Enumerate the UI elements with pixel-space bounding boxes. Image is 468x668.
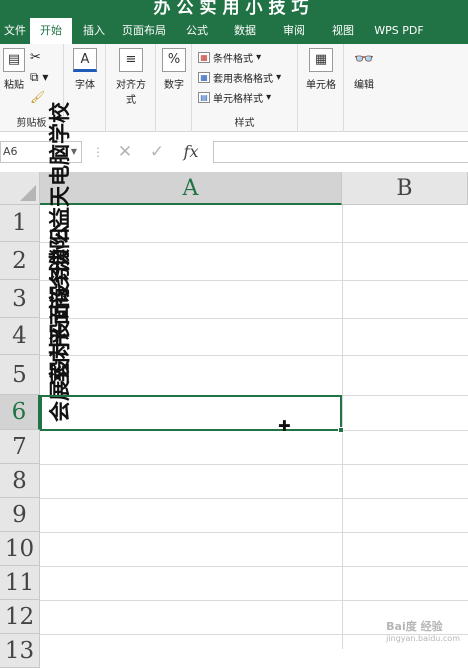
gridline: [40, 464, 468, 465]
tab-file[interactable]: 文件: [0, 18, 30, 44]
row-header[interactable]: 4: [0, 318, 40, 355]
row-header[interactable]: 8: [0, 464, 40, 498]
chevron-down-icon: ▾: [253, 52, 262, 63]
cut-button[interactable]: ✂: [30, 50, 41, 65]
copy-icon: ⧉ ▾: [30, 70, 49, 84]
cell-styles-label: 单元格样式: [213, 94, 263, 105]
tab-page-layout[interactable]: 页面布局: [116, 18, 172, 44]
row-header[interactable]: 13: [0, 634, 40, 668]
row-header[interactable]: 11: [0, 566, 40, 600]
alignment-group: ≡ 对齐方式: [106, 44, 156, 132]
brush-icon: 🖌: [30, 90, 46, 104]
watermark-text: Bai度 经验: [386, 620, 443, 633]
tab-view[interactable]: 视图: [320, 18, 366, 44]
row-header[interactable]: 5: [0, 355, 40, 395]
row-header[interactable]: 9: [0, 498, 40, 532]
binoculars-icon: 👓: [354, 49, 374, 68]
row-header[interactable]: 12: [0, 600, 40, 634]
cancel-icon[interactable]: ✕: [114, 141, 136, 163]
cells-button[interactable]: ▦ 单元格: [303, 48, 339, 91]
cell-styles-icon: ▤: [198, 92, 210, 103]
chevron-down-icon: ▾: [273, 72, 282, 83]
scissors-icon: ✂: [30, 50, 41, 65]
number-group: % 数字: [156, 44, 192, 132]
watermark: Bai度 经验 jingyan.baidu.com: [386, 618, 460, 643]
number-button[interactable]: % 数字: [156, 48, 192, 91]
chevron-down-icon: ▾: [263, 92, 272, 103]
selected-cell-a6[interactable]: [40, 395, 342, 431]
gridline: [40, 280, 468, 281]
editing-group: 👓 编辑: [344, 44, 384, 132]
cells-label: 单元格: [306, 80, 336, 91]
editing-label: 编辑: [354, 80, 374, 91]
row-header[interactable]: 3: [0, 280, 40, 318]
formula-bar-grip-icon: ⋮: [92, 145, 104, 159]
font-button[interactable]: A 字体: [67, 48, 103, 91]
alignment-label: 对齐方式: [116, 80, 146, 106]
font-icon: A: [73, 48, 97, 72]
table-format-icon: ▦: [198, 72, 210, 83]
format-painter-button[interactable]: 🖌: [30, 90, 45, 104]
window-title: 办公实用小技巧: [0, 0, 468, 18]
insert-function-button[interactable]: fx: [180, 141, 202, 163]
row-header[interactable]: 10: [0, 532, 40, 566]
tab-formulas[interactable]: 公式: [172, 18, 222, 44]
row-header[interactable]: 6: [0, 395, 40, 430]
paste-icon: ▤: [3, 48, 25, 72]
percent-icon: %: [162, 48, 186, 72]
column-header-b[interactable]: B: [342, 172, 468, 205]
styles-group: ▦ 条件格式 ▾ ▦ 套用表格格式 ▾ ▤ 单元格样式 ▾ 样式: [192, 44, 298, 132]
conditional-format-button[interactable]: ▦ 条件格式 ▾: [198, 50, 261, 65]
tab-data[interactable]: 数据: [222, 18, 268, 44]
cell-cursor-icon: ✚: [278, 417, 291, 435]
styles-group-label: 样式: [234, 118, 255, 129]
tab-insert[interactable]: 插入: [72, 18, 116, 44]
paste-button[interactable]: ▤ 粘贴: [0, 48, 28, 91]
row-header[interactable]: 7: [0, 430, 40, 464]
enter-icon[interactable]: ✓: [146, 141, 168, 163]
gridline: [40, 242, 468, 243]
alignment-button[interactable]: ≡ 对齐方式: [113, 48, 149, 106]
formula-input[interactable]: [213, 141, 468, 163]
tab-home[interactable]: 开始: [30, 18, 72, 44]
tab-wps-pdf[interactable]: WPS PDF: [366, 18, 432, 44]
name-box-value: A6: [3, 145, 18, 158]
cells-icon: ▦: [309, 48, 333, 72]
gridline: [40, 318, 468, 319]
editing-button[interactable]: 👓 编辑: [346, 48, 382, 91]
column-header-a[interactable]: A: [40, 172, 342, 205]
row-header[interactable]: 1: [0, 205, 40, 242]
table-format-button[interactable]: ▦ 套用表格格式 ▾: [198, 70, 281, 85]
table-format-label: 套用表格格式: [213, 74, 273, 85]
gridline: [40, 600, 468, 601]
cell-styles-button[interactable]: ▤ 单元格样式 ▾: [198, 90, 271, 105]
ribbon-tabs: 文件 开始 插入 页面布局 公式 数据 审阅 视图 WPS PDF: [0, 18, 468, 44]
font-label: 字体: [75, 80, 95, 91]
row-header[interactable]: 2: [0, 242, 40, 280]
gridline: [40, 566, 468, 567]
align-icon: ≡: [119, 48, 143, 72]
select-all-button[interactable]: [0, 172, 40, 205]
conditional-format-label: 条件格式: [213, 54, 253, 65]
cells-group: ▦ 单元格: [298, 44, 344, 132]
fill-handle[interactable]: [338, 427, 344, 433]
watermark-sub: jingyan.baidu.com: [386, 634, 460, 643]
gridline: [40, 498, 468, 499]
conditional-format-icon: ▦: [198, 52, 210, 63]
spreadsheet-grid: A B 1 2 3 4 5 6 7 8 9 10 11 12 13 濮阳益天电脑…: [0, 102, 468, 668]
gridline: [40, 355, 468, 356]
gridline: [40, 532, 468, 533]
copy-button[interactable]: ⧉ ▾: [30, 70, 48, 85]
tab-review[interactable]: 审阅: [268, 18, 320, 44]
number-label: 数字: [164, 80, 184, 91]
paste-label: 粘贴: [4, 80, 24, 91]
